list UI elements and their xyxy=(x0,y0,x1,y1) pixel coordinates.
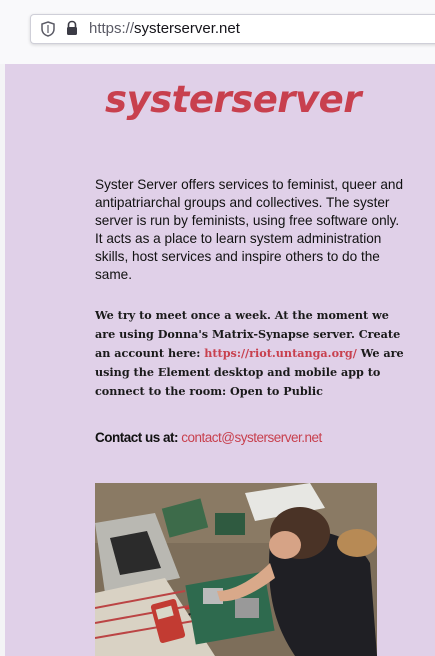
url-text[interactable]: https://systerserver.net xyxy=(89,20,240,37)
page-content: systerserver Syster Server offers servic… xyxy=(5,64,435,656)
site-logo[interactable]: systerserver xyxy=(105,78,362,121)
contact-label: Contact us at: xyxy=(95,430,182,445)
meeting-paragraph: We try to meet once a week. At the momen… xyxy=(95,306,410,401)
url-host: systerserver.net xyxy=(134,20,240,37)
riot-link[interactable]: https://riot.untanga.org/ xyxy=(204,346,357,360)
url-scheme: https:// xyxy=(89,20,135,37)
address-bar[interactable]: https://systerserver.net xyxy=(30,14,435,44)
contact-line: Contact us at: contact@systerserver.net xyxy=(95,430,322,445)
browser-toolbar: https://systerserver.net xyxy=(0,0,435,64)
intro-paragraph: Syster Server offers services to feminis… xyxy=(95,177,404,282)
shield-icon[interactable] xyxy=(41,21,55,37)
contact-email-link[interactable]: contact@systerserver.net xyxy=(181,430,322,445)
workbench-photo xyxy=(95,483,377,656)
lock-icon[interactable] xyxy=(65,20,79,36)
